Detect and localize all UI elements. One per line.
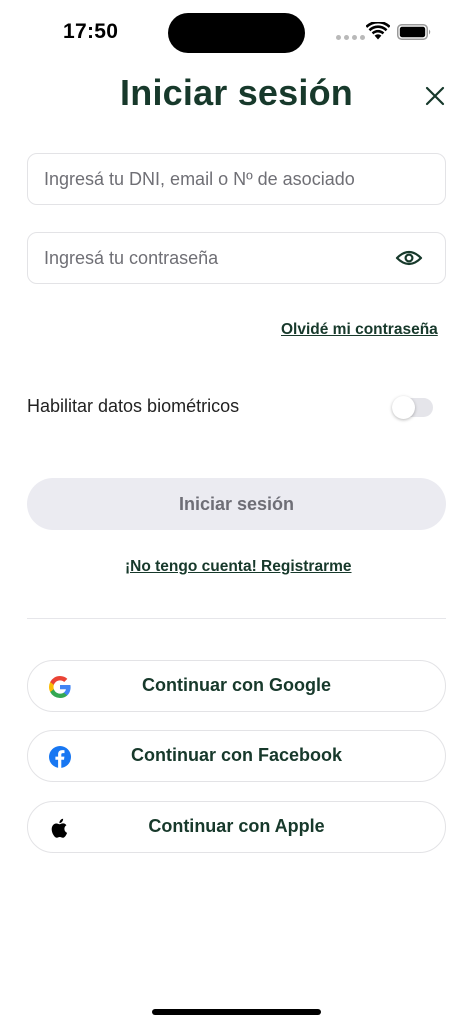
dynamic-island <box>168 13 305 53</box>
password-input[interactable] <box>44 233 374 283</box>
battery-icon <box>397 24 431 40</box>
status-time: 17:50 <box>63 20 119 43</box>
close-icon[interactable] <box>424 85 446 107</box>
user-input[interactable] <box>44 154 374 204</box>
forgot-password-link[interactable]: Olvidé mi contraseña <box>281 321 438 339</box>
apple-button-label: Continuar con Apple <box>148 816 325 836</box>
apple-login-button[interactable]: Continuar con Apple <box>27 801 446 853</box>
wifi-icon <box>366 22 390 40</box>
register-link[interactable]: ¡No tengo cuenta! Registrarme <box>125 558 352 576</box>
divider <box>27 618 446 619</box>
login-button[interactable]: Iniciar sesión <box>27 478 446 530</box>
biometrics-toggle[interactable] <box>392 396 433 419</box>
password-field[interactable] <box>27 232 446 284</box>
google-login-button[interactable]: Continuar con Google <box>27 660 446 712</box>
user-field[interactable] <box>27 153 446 205</box>
eye-icon[interactable] <box>395 247 423 269</box>
toggle-knob <box>392 396 415 419</box>
page-title: Iniciar sesión <box>120 72 353 113</box>
biometrics-label: Habilitar datos biométricos <box>27 396 240 416</box>
facebook-login-button[interactable]: Continuar con Facebook <box>27 730 446 782</box>
google-button-label: Continuar con Google <box>142 675 331 695</box>
signal-icon <box>336 35 365 40</box>
facebook-button-label: Continuar con Facebook <box>130 745 343 765</box>
home-indicator <box>152 1009 321 1015</box>
